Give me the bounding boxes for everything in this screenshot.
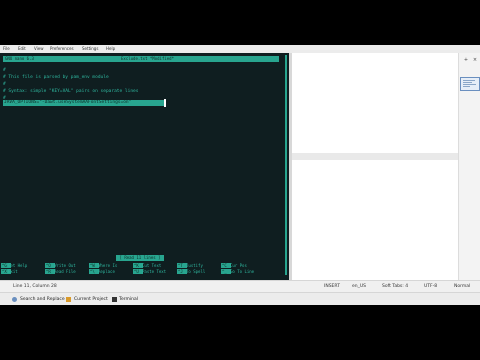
menu-view[interactable]: View xyxy=(34,45,44,53)
text-cursor xyxy=(164,99,166,107)
panel-label: Terminal xyxy=(119,297,139,302)
shortcut-label: Read File xyxy=(54,269,76,274)
selected-line[interactable]: JAVA_OPTIONS="-Dawt.useSystemAAFontSetti… xyxy=(3,100,165,106)
shortcut-label: Get Help xyxy=(8,263,28,268)
search-icon xyxy=(12,297,17,302)
current-line-highlight xyxy=(292,153,458,160)
shortcut-key-text: ^U xyxy=(134,269,139,274)
terminal-scrollbar[interactable] xyxy=(285,55,287,275)
menu-edit[interactable]: Edit xyxy=(18,45,26,53)
editor-line: # xyxy=(3,82,6,87)
shortcut-label: Cur Pos xyxy=(230,263,247,268)
editor-line: # xyxy=(3,68,6,73)
editor-line: # Syntax: simple "KEY=VAL" pairs on sepa… xyxy=(3,89,139,94)
menu-file[interactable]: File xyxy=(3,45,10,53)
shortcut-key-text: ^O xyxy=(46,263,51,268)
terminal-icon xyxy=(112,297,117,302)
folder-icon xyxy=(66,297,71,302)
status-message-text: [ Read 11 lines ] xyxy=(119,255,161,260)
shortcut-label: Go To Line xyxy=(230,269,255,274)
terminal-pane[interactable] xyxy=(0,53,289,280)
document-thumbnail[interactable] xyxy=(460,77,480,91)
app-window: File Edit View Preferences Settings Help… xyxy=(0,45,480,305)
editor-area[interactable] xyxy=(292,53,458,280)
shortcut-label: Justify xyxy=(186,263,203,268)
nano-title-bar: GNU nano 6.3 Exclude.txt *Modified* xyxy=(3,56,279,62)
shortcut-key-text: ^T xyxy=(178,263,183,268)
shortcut-key-text: ^R xyxy=(46,269,51,274)
shortcut-key-text: ^G xyxy=(2,263,7,268)
shortcut-label: Replace xyxy=(98,269,115,274)
shortcut-key-text: ^W xyxy=(90,263,95,268)
menu-preferences[interactable]: Preferences xyxy=(50,45,74,53)
shortcut-label: Write Out xyxy=(54,263,76,268)
shortcut-label: Paste Text xyxy=(142,269,167,274)
shortcut-key-text: ^X xyxy=(2,269,7,274)
shortcut-key-text: ^K xyxy=(134,263,139,268)
shortcut-label: Where Is xyxy=(98,263,118,268)
shortcut-label: Exit xyxy=(8,269,18,274)
shortcut-key-text: ^\ xyxy=(90,269,95,274)
shortcut-label: To Spell xyxy=(186,269,206,274)
menu-help[interactable]: Help xyxy=(106,45,115,53)
add-icon[interactable]: + xyxy=(462,57,470,63)
close-icon[interactable]: × xyxy=(471,57,479,63)
nano-version: GNU nano 6.3 xyxy=(5,56,34,61)
panel-label: Search and Replace xyxy=(20,297,65,302)
nano-filename: Exclude.txt *Modified* xyxy=(121,56,174,61)
shortcut-key-text: ^J xyxy=(178,269,183,274)
shortcut-label: Cut Text xyxy=(142,263,162,268)
bottom-panel-bar: Search and Replace Current Project Termi… xyxy=(0,292,480,305)
shortcut-key-text: ^C xyxy=(222,263,227,268)
editor-line: # This file is parsed by pam_env module xyxy=(3,75,109,80)
menu-settings[interactable]: Settings xyxy=(82,45,98,53)
nano-status-message: [ Read 11 lines ] xyxy=(116,255,164,261)
shortcut-key-text: ^_ xyxy=(222,269,227,274)
selected-line-text: JAVA_OPTIONS="-Dawt.useSystemAAFontSetti… xyxy=(4,100,132,105)
panel-label: Current Project xyxy=(74,297,108,302)
